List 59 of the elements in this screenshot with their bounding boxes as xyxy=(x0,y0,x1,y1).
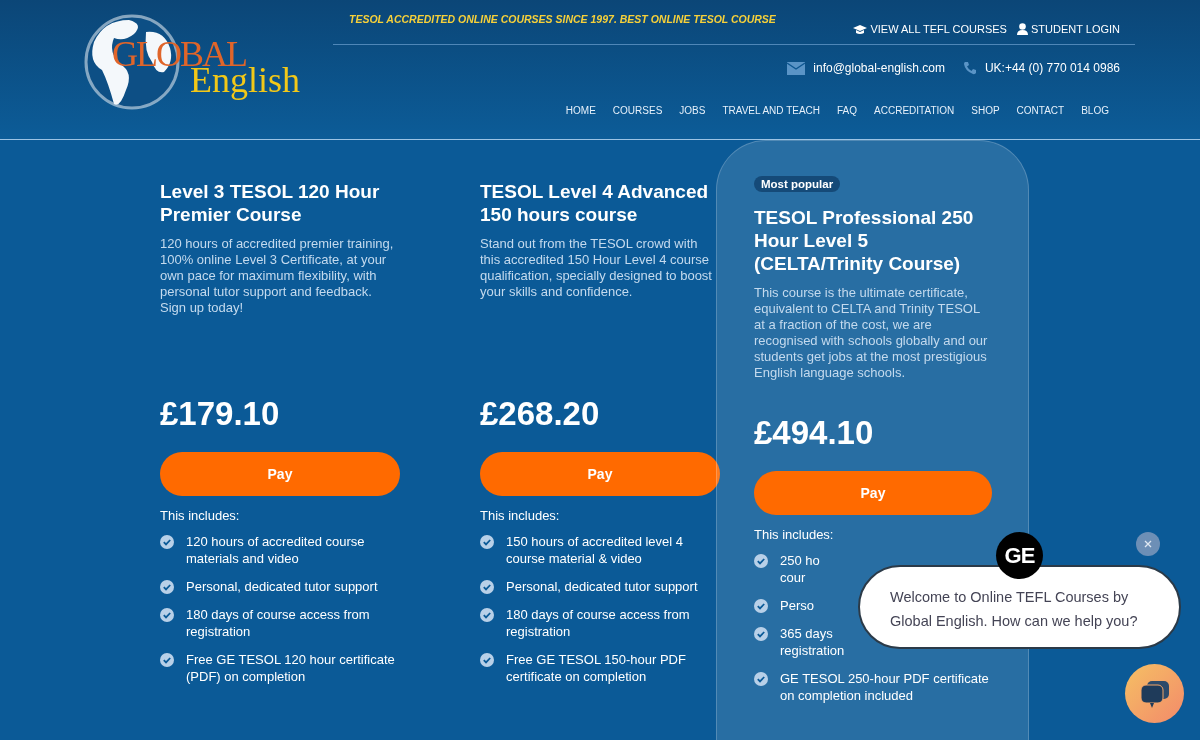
popular-badge: Most popular xyxy=(754,176,841,192)
course-price: £494.10 xyxy=(754,413,875,453)
course-description: This course is the ultimate certificate, equivalent to CELTA and Trinity TESOL at a fraction of the cost, we are recognised with schools globally and our students get jobs at the most prestigious English language schools. xyxy=(754,285,989,381)
check-icon xyxy=(480,653,494,667)
close-icon xyxy=(1144,540,1152,548)
check-icon xyxy=(754,627,768,641)
feature-text: 250 ho cour xyxy=(780,552,821,586)
course-title: TESOL Professional 250 Hour Level 5 (CELTA/Trinity Course) xyxy=(754,206,975,275)
nav-link[interactable]: HOME xyxy=(565,105,596,116)
includes-label: This includes: xyxy=(480,508,561,523)
chat-message: Welcome to Online TEFL Courses by Global English. How can we help you? xyxy=(890,588,1139,631)
phone-icon xyxy=(962,61,977,75)
chat-bubbles-icon xyxy=(1139,678,1170,709)
feature-text: Free GE TESOL 120 hour certificate (PDF) on completion xyxy=(186,651,396,685)
feature-text: 180 days of course access from registration xyxy=(506,606,691,640)
nav-link[interactable]: BLOG xyxy=(1081,105,1109,116)
feature-text: Personal, dedicated tutor support xyxy=(186,578,379,595)
feature-text: 365 days registration xyxy=(780,625,846,659)
check-icon xyxy=(754,599,768,613)
course-title: Level 3 TESOL 120 Hour Premier Course xyxy=(160,180,381,226)
course-price: £179.10 xyxy=(160,394,281,434)
course-price: £268.20 xyxy=(480,394,601,434)
email-text: info@global-english.com xyxy=(813,61,945,75)
chat-popup[interactable]: Welcome to Online TEFL Courses by Global English. How can we help you? xyxy=(858,565,1181,649)
graduation-cap-icon xyxy=(853,23,868,35)
nav-link[interactable]: FAQ xyxy=(837,105,858,116)
user-icon xyxy=(1016,23,1028,35)
check-icon xyxy=(754,672,768,686)
top-link[interactable]: VIEW ALL TEFL COURSES xyxy=(853,23,1007,35)
feature-text: 120 hours of accredited course materials and video xyxy=(186,533,366,567)
tagline: TESOL ACCREDITED ONLINE COURSES SINCE 1997. BEST ONLINE TESOL COURSE xyxy=(349,13,776,25)
envelope-icon xyxy=(787,61,806,75)
top-link[interactable]: STUDENT LOGIN xyxy=(1016,23,1120,35)
nav-link[interactable]: JOBS xyxy=(679,105,706,116)
course-title: TESOL Level 4 Advanced 150 hours course xyxy=(480,180,710,226)
feature-text: Free GE TESOL 150-hour PDF certificate on completion xyxy=(506,651,687,685)
close-button[interactable] xyxy=(1136,532,1160,556)
feature-text: GE TESOL 250-hour PDF certificate on completion included xyxy=(780,670,990,704)
check-icon xyxy=(480,580,494,594)
course-description: 120 hours of accredited premier training, 100% online Level 3 Certificate, at your own pace for maximum flexibility, with personal tutor support and feedback. Sign up today! xyxy=(160,236,395,317)
check-icon xyxy=(160,608,174,622)
nav-link[interactable]: ACCREDITATION xyxy=(874,105,955,116)
course-description: Stand out from the TESOL crowd with this accredited 150 Hour Level 4 course qualification, specially designed to boost your skills and confidence. xyxy=(480,236,713,301)
nav-link[interactable]: TRAVEL AND TEACH xyxy=(722,105,821,116)
feature-text: 180 days of course access from registration xyxy=(186,606,371,640)
nav-link[interactable]: COURSES xyxy=(612,105,663,116)
includes-label: This includes: xyxy=(160,508,241,523)
check-icon xyxy=(480,608,494,622)
phone-text: UK:+44 (0) 770 014 0986 xyxy=(984,61,1120,75)
check-icon xyxy=(160,535,174,549)
nav-link[interactable]: CONTACT xyxy=(1016,105,1065,116)
check-icon xyxy=(160,580,174,594)
check-icon xyxy=(480,535,494,549)
nav-link[interactable]: SHOP xyxy=(971,105,1000,116)
feature-text: Personal, dedicated tutor support xyxy=(506,578,699,595)
check-icon xyxy=(160,653,174,667)
includes-label: This includes: xyxy=(754,527,835,542)
feature-text: 150 hours of accredited level 4 course material & video xyxy=(506,533,685,567)
check-icon xyxy=(754,554,768,568)
